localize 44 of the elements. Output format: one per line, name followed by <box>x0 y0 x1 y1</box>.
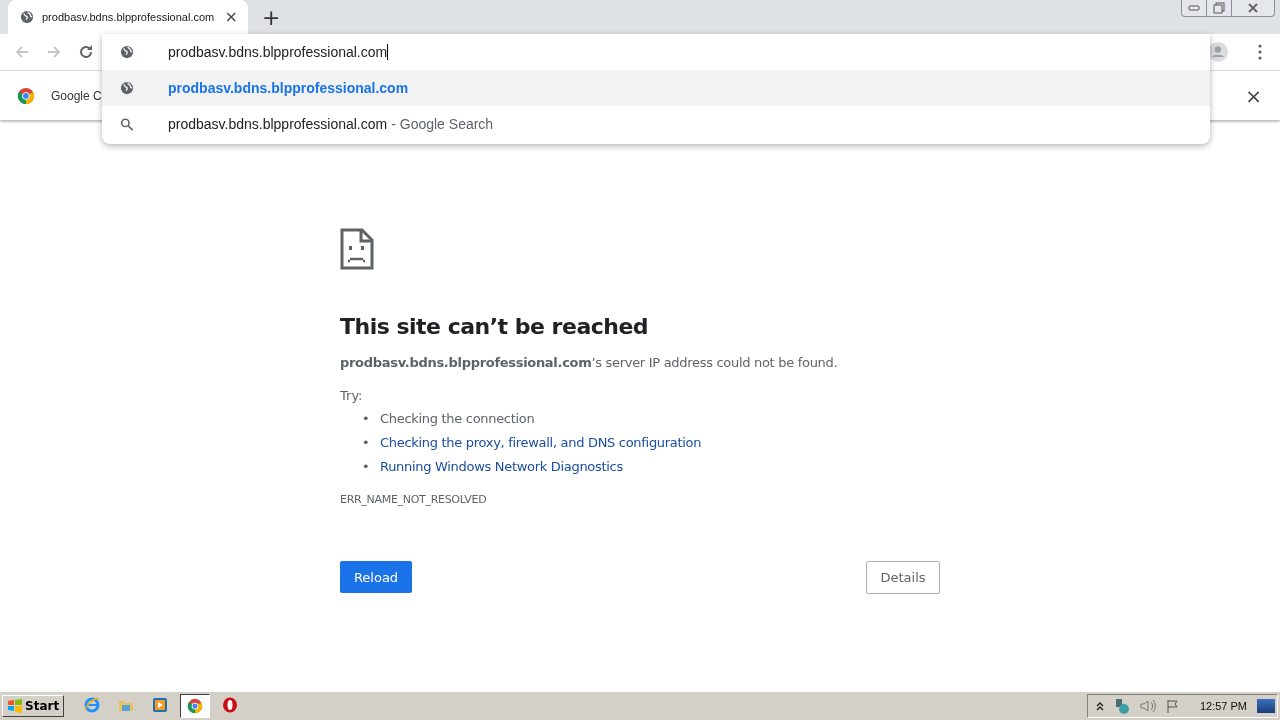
show-desktop-button[interactable] <box>1257 699 1275 713</box>
network-icon[interactable] <box>1113 698 1130 714</box>
reload-button[interactable]: Reload <box>340 561 412 593</box>
chrome-logo-icon <box>17 86 35 105</box>
menu-icon[interactable] <box>1258 44 1262 60</box>
new-tab-button[interactable]: + <box>262 7 281 29</box>
globe-icon <box>119 81 135 95</box>
close-icon <box>1247 2 1259 14</box>
globe-icon <box>119 45 135 59</box>
sad-page-icon <box>340 228 374 270</box>
address-field[interactable]: prodbasv.bdns.blpprofessional.com <box>168 44 389 60</box>
flag-icon[interactable] <box>1165 699 1180 713</box>
reload-icon[interactable] <box>78 44 94 60</box>
chrome-logo-icon <box>187 698 204 714</box>
opera-logo-icon <box>222 697 239 713</box>
omnibox-suggestion[interactable]: prodbasv.bdns.blpprofessional.com - Google Search <box>102 106 1210 142</box>
globe-icon <box>20 10 34 24</box>
bullet: • <box>362 434 371 452</box>
browser-tab[interactable]: prodbasv.bdns.blpprofessional.com × <box>8 0 248 34</box>
show-hidden-icons-icon[interactable] <box>1095 701 1104 711</box>
bullet: • <box>362 458 371 476</box>
volume-icon[interactable] <box>1139 699 1156 713</box>
start-button[interactable]: Start <box>2 695 65 717</box>
error-title: This site can’t be reached <box>340 314 650 339</box>
taskbar-app[interactable] <box>180 694 211 718</box>
clock[interactable]: 12:57 PM <box>1199 700 1247 712</box>
browser-e-icon <box>84 697 101 713</box>
suggestion-link[interactable]: Checking the proxy, firewall, and DNS configuration <box>380 431 702 455</box>
infobar-text: Google C <box>51 88 102 103</box>
error-code: ERR_NAME_NOT_RESOLVED <box>340 493 488 506</box>
tab-title: prodbasv.bdns.blpprofessional.com <box>42 11 216 23</box>
suggestion-text: Checking the connection <box>380 410 535 428</box>
error-message: prodbasv.bdns.blpprofessional.com’s server IP address could not be found. <box>340 355 839 370</box>
omnibox-suggestion[interactable]: prodbasv.bdns.blpprofessional.com <box>102 70 1210 106</box>
suggestion-link[interactable]: Running Windows Network Diagnostics <box>380 455 623 479</box>
bullet: • <box>362 410 371 428</box>
close-infobar-button[interactable]: × <box>1245 85 1262 106</box>
windows-logo-icon <box>7 699 23 713</box>
play-icon <box>152 697 169 713</box>
try-label: Try: <box>340 388 364 403</box>
details-button[interactable]: Details <box>866 561 940 594</box>
minimize-icon <box>1188 5 1200 11</box>
search-icon <box>119 117 135 131</box>
close-tab-button[interactable]: × <box>224 9 238 25</box>
